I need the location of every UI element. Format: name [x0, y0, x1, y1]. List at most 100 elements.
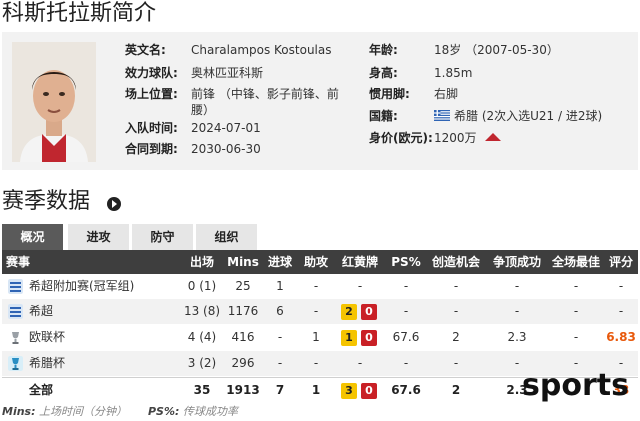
player-photo: [12, 42, 96, 162]
total-apps: 35: [193, 383, 211, 397]
position-label: 场上位置:: [125, 87, 178, 101]
motm-cell: -: [573, 279, 579, 293]
total-label: 全部: [29, 383, 54, 397]
chances-cell: 2: [452, 330, 460, 344]
club-value[interactable]: 奥林匹亚科斯: [191, 65, 263, 81]
mins-cell: 416: [231, 330, 255, 344]
goals-cell: -: [277, 356, 283, 370]
chances-cell: -: [453, 279, 459, 293]
motm-cell: -: [573, 330, 579, 344]
header-ps: PS%: [391, 255, 421, 269]
total-mins: 1913: [226, 383, 260, 397]
height-value: 1.85m: [434, 66, 473, 80]
rating-cell: -: [618, 304, 624, 318]
mins-cell: 296: [231, 356, 255, 370]
footnote-mins-key: Mins:: [2, 405, 36, 418]
europa-league-icon: [8, 330, 23, 345]
stats-table-header: 赛事 出场 Mins 进球 助攻 红黄牌 PS% 创造机会 争顶成功 全场最佳 …: [2, 250, 638, 274]
header-apps: 出场: [189, 255, 214, 269]
header-cards: 红黄牌: [341, 255, 378, 269]
assists-cell: -: [313, 279, 319, 293]
english-name-label: 英文名:: [125, 43, 166, 57]
footnote-mins-text: 上场时间（分钟）: [39, 405, 127, 418]
apps-cell: 0 (1): [187, 279, 217, 293]
greek-cup-icon: [8, 356, 23, 371]
apps-cell: 4 (4): [187, 330, 217, 344]
season-stats-title: 赛季数据: [2, 189, 91, 214]
nation-value-wrap: 希腊 (2次入选U21 / 进2球): [434, 108, 602, 124]
header-goals: 进球: [267, 255, 292, 269]
market-value-label: 身价(欧元):: [369, 131, 433, 145]
goals-cell: 1: [276, 279, 284, 293]
apps-cell: 3 (2): [187, 356, 217, 370]
mins-cell: 1176: [227, 304, 259, 318]
ps-cell: 67.6: [392, 330, 420, 344]
yellow-card-count: 2: [341, 304, 357, 320]
ps-cell: -: [403, 304, 409, 318]
total-assists: 1: [311, 383, 321, 397]
nation-label: 国籍:: [369, 109, 398, 123]
competition-name[interactable]: 欧联杯: [29, 325, 65, 350]
ps-cell: -: [403, 279, 409, 293]
aerials-cell: 2.3: [507, 330, 527, 344]
arrow-right-circle-icon[interactable]: [107, 197, 121, 211]
joined-label: 入队时间:: [125, 121, 178, 135]
total-goals: 7: [275, 383, 285, 397]
header-competition: 赛事: [6, 255, 31, 269]
market-value-wrap: 1200万: [434, 130, 501, 146]
age-label: 年龄:: [369, 43, 398, 57]
total-red-cards: 0: [361, 383, 377, 399]
tab-defense[interactable]: 防守: [132, 224, 193, 250]
tab-attack[interactable]: 进攻: [68, 224, 129, 250]
goals-cell: -: [277, 330, 283, 344]
tab-organize[interactable]: 组织: [196, 224, 257, 250]
header-motm: 全场最佳: [551, 255, 600, 269]
foot-value: 右脚: [434, 87, 459, 101]
total-yellow-cards: 3: [341, 383, 357, 399]
aerials-cell: -: [514, 279, 520, 293]
english-name-value: Charalampos Kostoulas: [191, 43, 332, 57]
yellow-card-count: 1: [341, 330, 357, 346]
page-title: 科斯托拉斯简介: [2, 1, 157, 26]
sports-watermark: sports: [522, 368, 629, 403]
header-rating: 评分: [608, 255, 633, 269]
competition-name[interactable]: 希超附加赛(冠军组): [29, 274, 134, 299]
age-value: 18岁 （2007-05-30）: [434, 43, 559, 57]
table-row: 希超附加赛(冠军组) 0 (1) 25 1 - - - - - - -: [2, 274, 638, 299]
total-chances: 2: [451, 383, 461, 397]
club-label: 效力球队:: [125, 66, 178, 80]
footnote-ps-key: PS%:: [147, 405, 180, 418]
foot-label: 惯用脚:: [369, 87, 410, 101]
position-value: 前锋 （中锋、影子前锋、前腰）: [191, 87, 339, 117]
header-aerials: 争顶成功: [492, 255, 541, 269]
table-footnote: Mins: 上场时间（分钟） PS%: 传球成功率: [2, 404, 238, 420]
header-mins: Mins: [227, 255, 259, 269]
rating-cell: -: [618, 279, 624, 293]
competition-name[interactable]: 希超: [29, 299, 53, 324]
greece-flag-icon: [434, 110, 450, 121]
greek-league-icon: [8, 304, 23, 319]
header-assists: 助攻: [303, 255, 328, 269]
competition-name[interactable]: 希腊杯: [29, 351, 65, 376]
contract-label: 合同到期:: [125, 142, 178, 156]
mins-cell: 25: [235, 279, 251, 293]
ps-cell: -: [403, 356, 409, 370]
red-card-count: 0: [361, 304, 377, 320]
apps-cell: 13 (8): [183, 304, 221, 318]
chances-cell: -: [453, 304, 459, 318]
nation-value: 希腊 (2次入选U21 / 进2球): [454, 109, 603, 123]
rating-cell: 6.83: [606, 330, 636, 344]
cards-cell: -: [357, 279, 363, 293]
tab-overview[interactable]: 概况: [2, 224, 63, 250]
table-row: 欧联杯 4 (4) 416 - 1 1 0 67.6 2 2.3 - 6.83: [2, 325, 638, 350]
table-row: 希超 13 (8) 1176 6 - 2 0 - - - - -: [2, 299, 638, 324]
cards-cell: -: [357, 356, 363, 370]
assists-cell: -: [313, 356, 319, 370]
total-ps: 67.6: [391, 383, 421, 397]
trend-up-icon: [484, 133, 501, 141]
player-profile-card: 英文名: Charalampos Kostoulas 效力球队: 奥林匹亚科斯 …: [2, 32, 638, 170]
aerials-cell: -: [514, 304, 520, 318]
assists-cell: -: [313, 304, 319, 318]
greek-league-icon: [8, 279, 23, 294]
red-card-count: 0: [361, 330, 377, 346]
